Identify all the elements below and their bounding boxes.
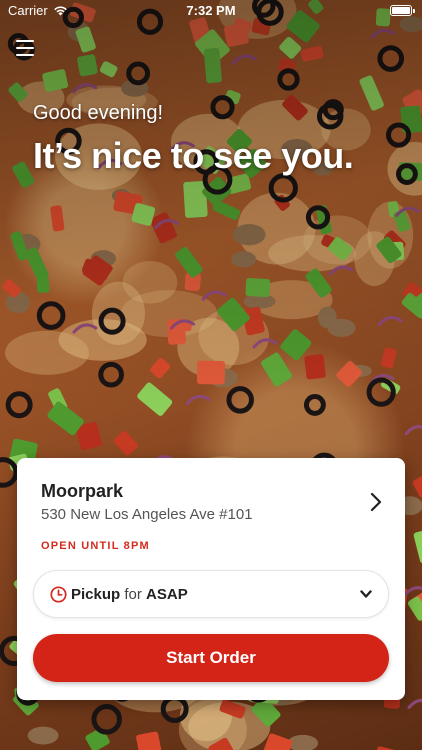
clock-icon — [50, 586, 67, 603]
start-order-button[interactable]: Start Order — [33, 634, 389, 682]
pickup-mode: Pickup — [71, 586, 121, 603]
open-status-label: OPEN UNTIL 8PM — [41, 540, 150, 552]
pickup-summary: Pickup for ASAP — [71, 586, 188, 603]
greeting-text: Good evening! — [33, 102, 164, 124]
store-name[interactable]: Moorpark — [41, 481, 123, 502]
store-card: Moorpark 530 New Los Angeles Ave #101 OP… — [17, 458, 405, 700]
pickup-time: ASAP — [146, 586, 188, 603]
pickup-time-selector[interactable]: Pickup for ASAP — [33, 570, 389, 618]
pickup-connector: for — [124, 586, 142, 603]
status-bar: Carrier 7:32 PM — [0, 0, 422, 22]
headline-text: It’s nice to see you. — [33, 135, 354, 176]
store-address[interactable]: 530 New Los Angeles Ave #101 — [41, 506, 253, 523]
battery-icon — [390, 5, 415, 16]
status-time: 7:32 PM — [186, 3, 236, 18]
chevron-right-icon[interactable] — [369, 492, 383, 512]
chevron-down-icon — [360, 590, 372, 598]
hamburger-menu-icon[interactable] — [16, 40, 34, 56]
